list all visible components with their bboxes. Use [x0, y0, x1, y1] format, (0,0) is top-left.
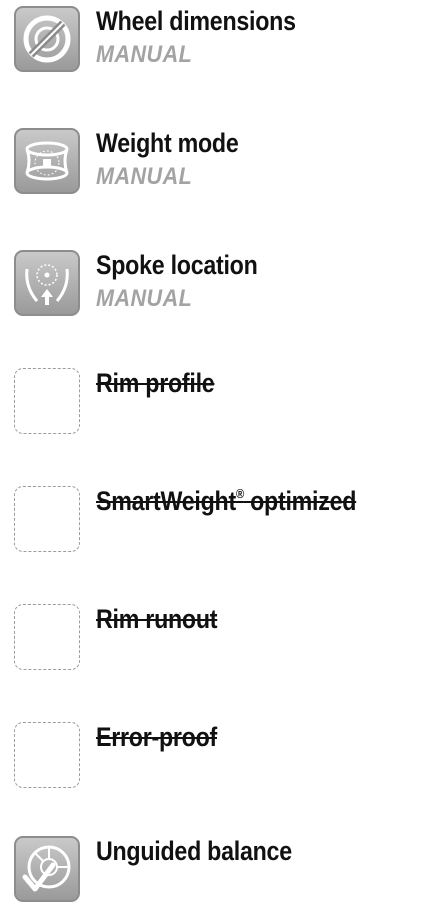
feature-unguided-balance[interactable]: Unguided balance [14, 836, 414, 908]
feature-mode-label: MANUAL [96, 163, 193, 190]
empty-icon [14, 486, 80, 552]
feature-rim-profile: Rim profile [14, 368, 414, 440]
feature-rim-runout: Rim runout [14, 604, 414, 676]
feature-title: Rim profile [96, 368, 215, 398]
feature-spoke-location[interactable]: Spoke location MANUAL [14, 250, 414, 322]
feature-smartweight-optimized: SmartWeight® optimized [14, 486, 414, 558]
feature-title: Unguided balance [96, 836, 292, 866]
weight-mode-icon [14, 128, 80, 194]
feature-title: Rim runout [96, 604, 218, 634]
unguided-balance-icon [14, 836, 80, 902]
feature-title: Spoke location [96, 250, 258, 280]
empty-icon [14, 368, 80, 434]
feature-wheel-dimensions[interactable]: Wheel dimensions MANUAL [14, 6, 414, 78]
feature-title: SmartWeight® optimized [96, 486, 357, 516]
spoke-location-icon [14, 250, 80, 316]
feature-title: Error-proof [96, 722, 218, 752]
empty-icon [14, 604, 80, 670]
feature-weight-mode[interactable]: Weight mode MANUAL [14, 128, 414, 200]
feature-title: Weight mode [96, 128, 239, 158]
feature-mode-label: MANUAL [96, 41, 193, 68]
feature-error-proof: Error-proof [14, 722, 414, 794]
feature-mode-label: MANUAL [96, 285, 193, 312]
wheel-dimensions-icon [14, 6, 80, 72]
empty-icon [14, 722, 80, 788]
feature-title: Wheel dimensions [96, 6, 296, 36]
